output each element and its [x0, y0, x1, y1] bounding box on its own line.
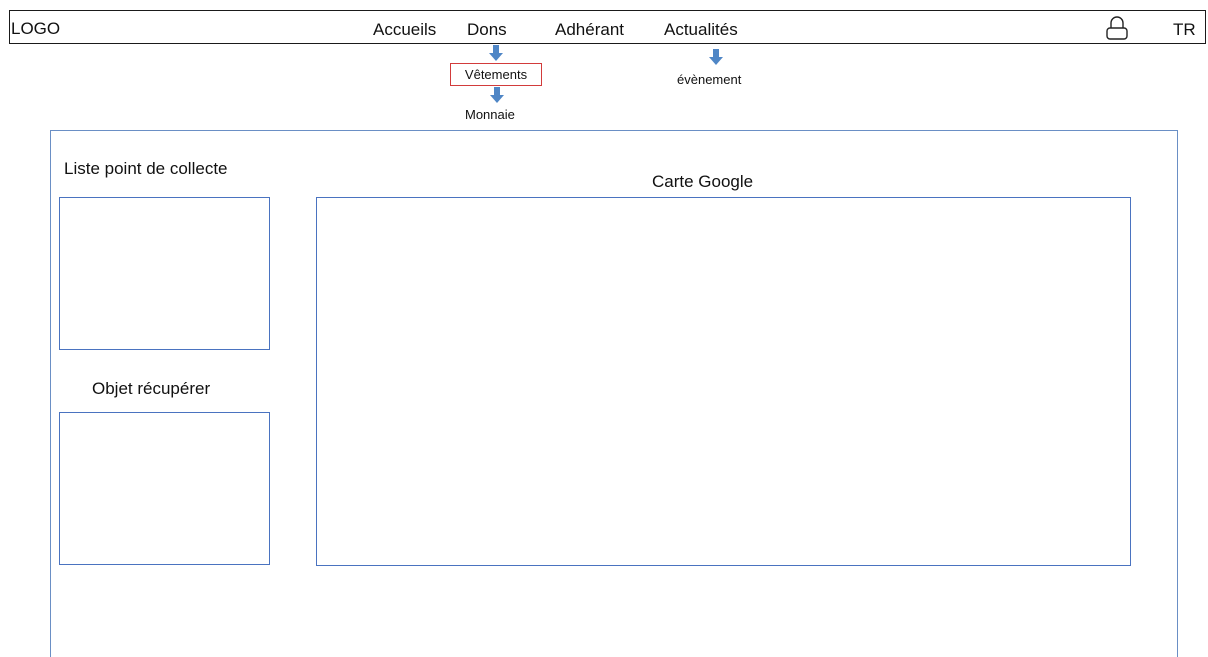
- recovered-items-box[interactable]: [59, 412, 270, 565]
- recovered-items-title: Objet récupérer: [92, 379, 211, 398]
- nav-accueils[interactable]: Accueils: [373, 20, 436, 40]
- submenu-monnaie[interactable]: Monnaie: [465, 107, 515, 122]
- submenu-evenement[interactable]: évènement: [677, 72, 741, 87]
- arrow-down-icon: [489, 45, 503, 61]
- arrow-down-icon: [709, 49, 723, 65]
- nav-actualites[interactable]: Actualités: [664, 20, 738, 40]
- logo[interactable]: LOGO: [11, 19, 60, 39]
- top-navigation-bar: LOGO Accueils Dons Adhérant Actualités T…: [9, 10, 1206, 44]
- user-icon[interactable]: [1105, 14, 1129, 40]
- map-title: Carte Google: [652, 172, 754, 191]
- nav-adherant[interactable]: Adhérant: [555, 20, 624, 40]
- collect-points-title: Liste point de collecte: [64, 159, 228, 178]
- google-map[interactable]: [316, 197, 1131, 566]
- page: LOGO Accueils Dons Adhérant Actualités T…: [0, 0, 1208, 657]
- language-selector[interactable]: TR: [1173, 20, 1196, 40]
- arrow-down-icon: [490, 87, 504, 103]
- submenu-vetements[interactable]: Vêtements: [450, 63, 542, 86]
- collect-points-list[interactable]: [59, 197, 270, 350]
- nav-dons[interactable]: Dons: [467, 20, 507, 40]
